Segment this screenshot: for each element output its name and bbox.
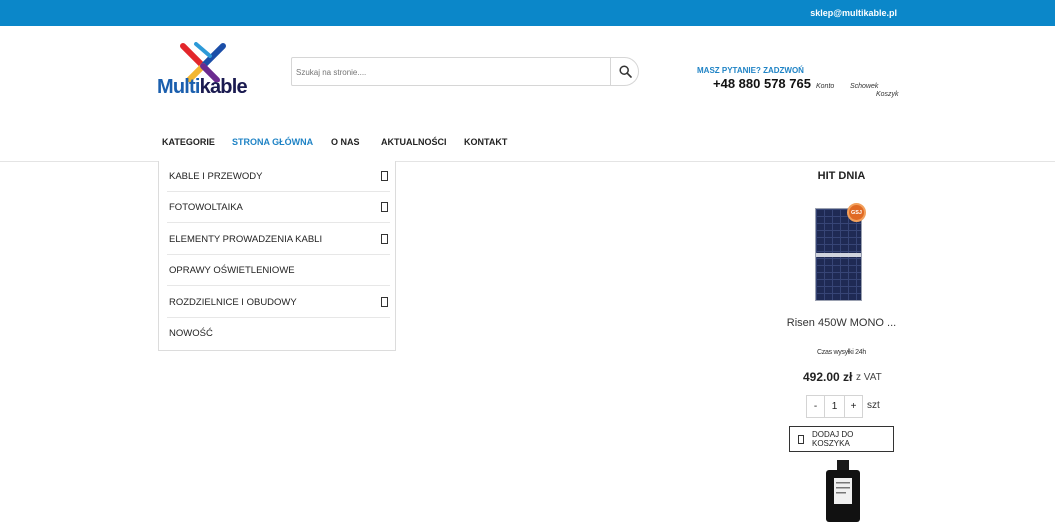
price-vat-label: z VAT <box>856 372 882 383</box>
category-label: KABLE I PRZEWODY <box>169 171 263 182</box>
wishlist-link[interactable]: Schowek <box>850 83 878 90</box>
contact-phone-link[interactable]: +48 880 578 765 <box>713 76 811 91</box>
logo-text-multi: Multi <box>157 76 200 98</box>
nav-item-strona-glowna[interactable]: STRONA GŁÓWNA <box>232 137 313 147</box>
search-input[interactable] <box>296 64 606 80</box>
shipping-time: Czas wysyłki 24h <box>817 349 866 356</box>
top-bar: sklep@multikable.pl <box>0 0 1055 26</box>
category-label: ROZDZIELNICE I OBUDOWY <box>169 297 297 308</box>
nav-item-aktualnosci[interactable]: AKTUALNOŚCI <box>381 137 447 147</box>
add-to-cart-button[interactable]: DODAJ DO KOSZYKA <box>789 426 894 452</box>
submenu-arrow-icon <box>381 202 388 212</box>
submenu-arrow-icon <box>381 297 388 307</box>
logo-text-kable: kable <box>199 76 248 98</box>
category-item[interactable]: ROZDZIELNICE I OBUDOWY <box>167 287 390 318</box>
product-image-inverter[interactable] <box>820 458 866 522</box>
category-label: OPRAWY OŚWIETLENIOWE <box>169 265 295 276</box>
cart-icon <box>798 434 804 444</box>
category-item[interactable]: KABLE I PRZEWODY <box>167 161 390 192</box>
quantity-unit: szt <box>867 400 880 411</box>
category-item[interactable]: FOTOWOLTAIKA <box>167 192 390 223</box>
category-menu: KABLE I PRZEWODY FOTOWOLTAIKA ELEMENTY P… <box>158 161 396 351</box>
product-brand-badge: GSJ <box>847 203 866 222</box>
category-item[interactable]: ELEMENTY PROWADZENIA KABLI <box>167 224 390 255</box>
add-to-cart-label: DODAJ DO KOSZYKA <box>811 430 854 448</box>
quantity-input[interactable]: 1 <box>825 395 844 418</box>
submenu-arrow-icon <box>381 171 388 181</box>
submenu-arrow-icon <box>381 234 388 244</box>
nav-item-kategorie[interactable]: KATEGORIE <box>162 137 215 147</box>
product-price: 492.00 zł <box>803 370 853 384</box>
quantity-stepper: - 1 + <box>806 395 863 418</box>
nav-item-o-nas[interactable]: O NAS <box>331 137 360 147</box>
category-label: FOTOWOLTAIKA <box>169 202 243 213</box>
product-name-link[interactable]: Risen 450W MONO ... <box>760 317 923 329</box>
contact-question: MASZ PYTANIE? ZADZWOŃ <box>697 66 804 75</box>
search-bar <box>291 57 639 86</box>
category-label: ELEMENTY PROWADZENIA KABLI <box>169 234 323 245</box>
contact-email-link[interactable]: sklep@multikable.pl <box>810 8 897 18</box>
cart-link[interactable]: Koszyk <box>876 91 899 98</box>
category-item[interactable]: OPRAWY OŚWIETLENIOWE <box>167 255 390 286</box>
account-link[interactable]: Konto <box>816 83 834 90</box>
hit-of-the-day-title: HIT DNIA <box>817 170 866 182</box>
nav-item-kontakt[interactable]: KONTAKT <box>464 137 507 147</box>
category-item[interactable]: NOWOŚĆ <box>167 318 390 349</box>
site-logo[interactable]: Multikable <box>157 42 252 100</box>
category-label: NOWOŚĆ <box>169 328 213 339</box>
inverter-image-icon <box>826 460 860 522</box>
search-icon <box>618 65 632 78</box>
quantity-decrease-button[interactable]: - <box>806 395 825 418</box>
search-button[interactable] <box>610 57 639 86</box>
quantity-increase-button[interactable]: + <box>844 395 863 418</box>
